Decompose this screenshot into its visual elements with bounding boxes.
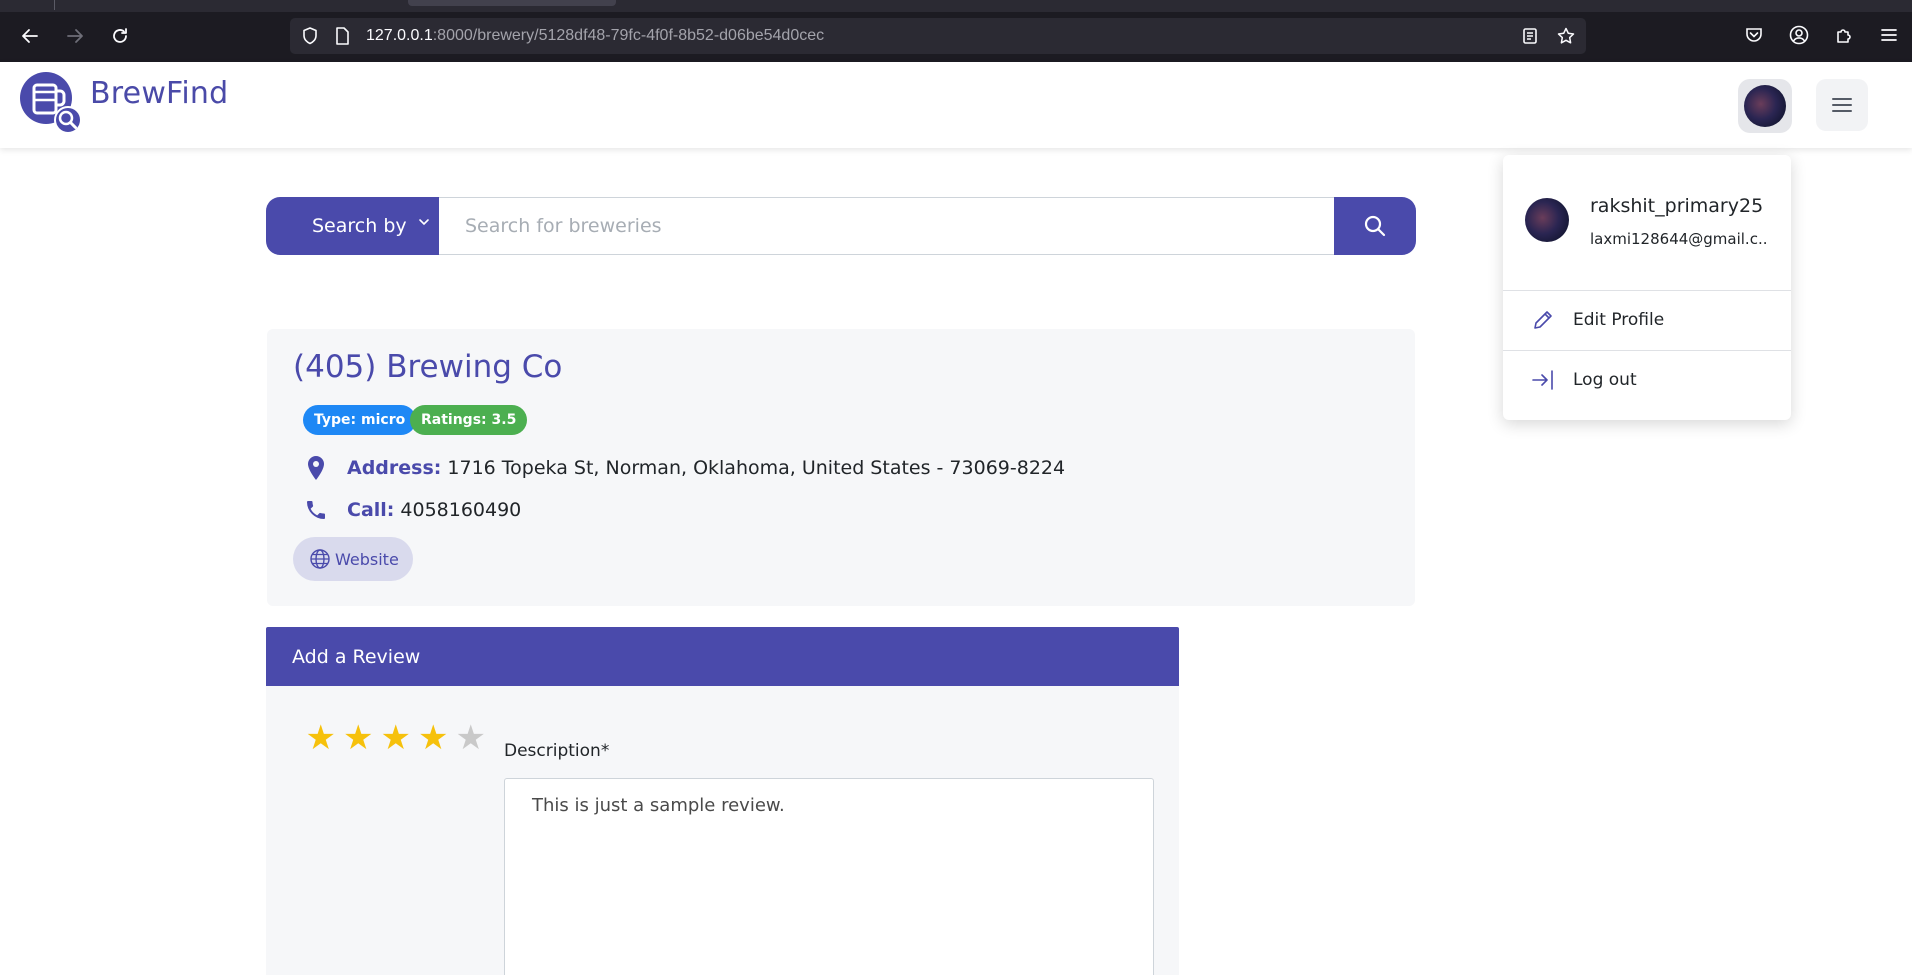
call-row: Call: 4058160490 (303, 495, 521, 525)
dropdown-email: laxmi128644@gmail.c... (1590, 230, 1768, 248)
description-label: Description* (504, 741, 610, 761)
description-textarea[interactable]: This is just a sample review. (504, 778, 1154, 975)
edit-profile-menu-item[interactable]: Edit Profile (1531, 305, 1664, 335)
bookmark-star-icon[interactable] (1556, 26, 1576, 46)
reload-icon (113, 28, 127, 43)
forward-button[interactable] (61, 22, 89, 50)
search-input[interactable] (439, 197, 1335, 255)
arrow-left-icon (22, 29, 38, 43)
star-3-icon[interactable]: ★ (377, 720, 415, 756)
account-icon[interactable] (1788, 24, 1810, 46)
address-row: Address: 1716 Topeka St, Norman, Oklahom… (303, 453, 1065, 483)
search-icon (1364, 215, 1386, 237)
call-label: Call: (347, 499, 395, 521)
back-button[interactable] (16, 22, 44, 50)
log-out-menu-item[interactable]: Log out (1531, 365, 1637, 395)
website-button[interactable]: Website (293, 537, 413, 581)
app-header: BrewFind (0, 62, 1912, 148)
hamburger-icon (1832, 98, 1852, 112)
browser-tab[interactable] (408, 0, 616, 6)
url-bar[interactable]: 127.0.0.1:8000/brewery/5128df48-79fc-4f0… (290, 18, 1586, 54)
dropdown-avatar (1525, 198, 1569, 242)
review-form: ★ ★ ★ ★ ★ Description* This is just a sample… (266, 686, 1179, 975)
profile-dropdown: rakshit_primary25 laxmi128644@gmail.c...… (1503, 155, 1791, 420)
pencil-icon (1531, 308, 1555, 332)
star-1-icon[interactable]: ★ (302, 720, 340, 756)
dropdown-divider (1503, 290, 1791, 291)
dropdown-divider (1503, 350, 1791, 351)
rating-badge: Ratings: 3.5 (410, 405, 528, 435)
reload-button[interactable] (106, 22, 134, 50)
log-out-icon (1531, 368, 1555, 392)
hamburger-menu-button[interactable] (1816, 79, 1868, 131)
address-value: 1716 Topeka St, Norman, Oklahoma, United… (447, 457, 1066, 479)
app-menu-icon[interactable] (1878, 24, 1900, 46)
add-review-header: Add a Review (266, 627, 1179, 686)
reader-view-icon[interactable] (1520, 26, 1540, 46)
app-logo-text[interactable]: BrewFind (90, 76, 228, 111)
type-badge: Type: micro (303, 405, 417, 435)
search-by-label: Search by (312, 215, 407, 237)
website-label: Website (335, 549, 399, 569)
globe-icon (310, 549, 330, 569)
profile-avatar-button[interactable] (1738, 79, 1792, 133)
page-icon (336, 27, 349, 45)
address-label: Address: (347, 457, 442, 479)
arrow-right-icon (67, 29, 83, 43)
url-path: :8000/brewery/5128df48-79fc-4f0f-8b52-d0… (432, 27, 825, 44)
star-2-icon[interactable]: ★ (340, 720, 378, 756)
shield-icon (303, 27, 317, 45)
url-text: 127.0.0.1:8000/brewery/5128df48-79fc-4f0… (366, 27, 824, 45)
map-pin-icon (303, 455, 329, 481)
tab-strip (0, 0, 1912, 12)
log-out-label: Log out (1573, 370, 1637, 390)
extensions-icon[interactable] (1833, 24, 1855, 46)
search-bar: Search by (266, 197, 1416, 255)
browser-toolbar: 127.0.0.1:8000/brewery/5128df48-79fc-4f0… (0, 0, 1912, 62)
star-5-icon[interactable]: ★ (452, 720, 490, 756)
brewery-card: (405) Brewing Co Type: micro Ratings: 3.… (267, 329, 1415, 606)
url-host: 127.0.0.1 (366, 27, 433, 44)
phone-icon (303, 497, 329, 523)
search-by-dropdown[interactable]: Search by (266, 197, 439, 255)
brewfind-logo-icon[interactable] (18, 70, 82, 134)
dropdown-username: rakshit_primary25 (1590, 195, 1764, 217)
search-button[interactable] (1334, 197, 1416, 255)
edit-profile-label: Edit Profile (1573, 310, 1665, 330)
star-rating[interactable]: ★ ★ ★ ★ ★ (302, 720, 490, 756)
pocket-icon[interactable] (1743, 24, 1765, 46)
tab-divider (54, 0, 55, 10)
call-value: 4058160490 (400, 499, 522, 521)
brewery-name: (405) Brewing Co (293, 349, 563, 385)
avatar (1744, 85, 1786, 127)
star-4-icon[interactable]: ★ (415, 720, 453, 756)
chevron-down-icon (419, 219, 429, 226)
